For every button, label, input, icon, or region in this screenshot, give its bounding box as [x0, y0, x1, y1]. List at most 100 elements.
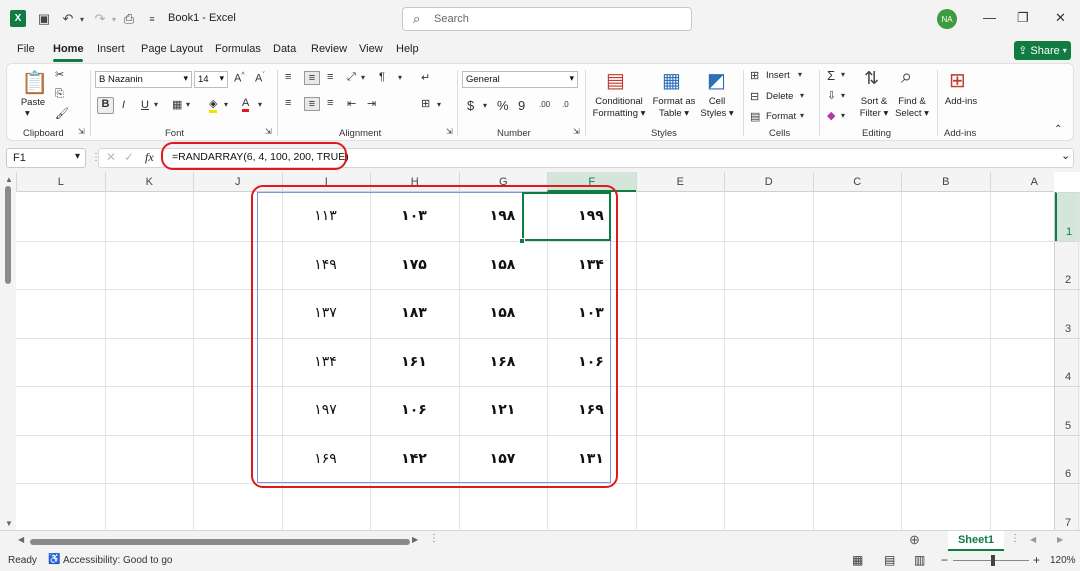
scroll-up-icon[interactable]: ▲ — [5, 175, 13, 184]
insert-cells-button[interactable]: Insert — [766, 70, 790, 82]
font-color-dropdown-icon[interactable]: ▾ — [258, 100, 262, 109]
paste-dropdown-icon[interactable]: ▾ — [25, 108, 30, 120]
insert-function-button[interactable]: fx — [145, 150, 154, 165]
orientation-dropdown-icon[interactable]: ▾ — [361, 73, 365, 82]
customize-toolbar-icon[interactable]: ≡ — [144, 11, 160, 27]
delete-dropdown-icon[interactable]: ▾ — [800, 91, 804, 100]
alignment-launcher-icon[interactable]: ⇲ — [446, 127, 453, 136]
format-cells-icon[interactable]: ▤ — [750, 110, 760, 123]
paste-button-label[interactable]: Paste — [19, 97, 47, 109]
delete-cells-icon[interactable]: ⊟ — [750, 90, 759, 103]
font-launcher-icon[interactable]: ⇲ — [265, 127, 272, 136]
row-header-5[interactable]: 5 — [1055, 386, 1080, 435]
decrease-decimal-button[interactable]: .0 — [562, 100, 569, 109]
column-header-c[interactable]: C — [812, 172, 902, 192]
font-color-icon[interactable]: A — [242, 97, 250, 112]
autosum-button[interactable]: Σ — [827, 68, 835, 83]
align-bottom-icon[interactable]: ≡ — [327, 71, 333, 83]
undo-dropdown-icon[interactable]: ▾ — [74, 11, 90, 27]
align-left-icon[interactable]: ≡ — [285, 97, 291, 109]
autosum-dropdown-icon[interactable]: ▾ — [841, 70, 845, 79]
vertical-scroll-thumb[interactable] — [5, 186, 11, 284]
currency-dropdown-icon[interactable]: ▾ — [483, 101, 487, 110]
restore-icon[interactable]: ❐ — [1017, 10, 1029, 26]
column-header-k[interactable]: K — [104, 172, 194, 192]
vertical-scrollbar[interactable]: ▲ ▼ — [0, 172, 16, 530]
column-header-l[interactable]: L — [16, 172, 105, 192]
format-dropdown-icon[interactable]: ▾ — [800, 111, 804, 120]
accessibility-status[interactable]: Accessibility: Good to go — [63, 555, 173, 566]
fill-dropdown-icon[interactable]: ▾ — [841, 91, 845, 100]
sheet-tabs-grip-icon[interactable]: ⋮ — [1010, 533, 1020, 544]
tab-help[interactable]: Help — [396, 43, 419, 55]
close-icon[interactable]: ✕ — [1055, 10, 1066, 26]
sort-filter-icon[interactable]: ⇅ — [864, 68, 879, 89]
row-header-7[interactable]: 7 — [1055, 483, 1080, 530]
scroll-down-icon[interactable]: ▼ — [5, 519, 13, 528]
fill-color-icon[interactable]: ◈ — [209, 97, 218, 113]
increase-indent-icon[interactable]: ⇥ — [367, 97, 376, 110]
increase-font-icon[interactable]: A^ — [234, 72, 245, 85]
text-direction-icon[interactable]: ¶ — [379, 71, 385, 83]
cut-icon[interactable]: ✂ — [55, 68, 64, 81]
clear-icon[interactable]: ◆ — [827, 109, 835, 122]
decrease-indent-icon[interactable]: ⇤ — [347, 97, 356, 110]
conditional-formatting-icon[interactable]: ▤ — [606, 68, 625, 93]
normal-view-icon[interactable]: ▦ — [852, 553, 863, 567]
tab-formulas[interactable]: Formulas — [215, 43, 261, 55]
cancel-icon[interactable]: ✕ — [106, 150, 116, 164]
column-header-a[interactable]: A — [989, 172, 1079, 192]
insert-dropdown-icon[interactable]: ▾ — [798, 70, 802, 79]
number-launcher-icon[interactable]: ⇲ — [573, 127, 580, 136]
decrease-font-icon[interactable]: Aˇ — [255, 72, 265, 85]
delete-cells-button[interactable]: Delete — [766, 91, 793, 103]
row-header-3[interactable]: 3 — [1055, 289, 1080, 338]
borders-dropdown-icon[interactable]: ▾ — [186, 100, 190, 109]
scroll-right-icon[interactable]: ▶ — [412, 535, 418, 544]
sort-filter-button[interactable]: Sort & Filter ▾ — [855, 96, 893, 120]
tab-page-layout[interactable]: Page Layout — [141, 43, 203, 55]
print-icon[interactable]: ⎙ — [121, 11, 137, 27]
format-painter-icon[interactable]: 🖌 — [55, 107, 69, 120]
borders-icon[interactable]: ▦ — [172, 98, 182, 111]
cell-styles-icon[interactable]: ◩ — [707, 68, 726, 93]
expand-formula-bar-icon[interactable]: ⌄ — [1061, 149, 1070, 162]
comma-style-button[interactable]: 9 — [518, 98, 525, 113]
zoom-out-icon[interactable]: − — [941, 553, 948, 567]
underline-button[interactable]: U — [141, 99, 149, 111]
scroll-left-icon[interactable]: ◀ — [18, 535, 24, 544]
copy-icon[interactable]: ⎘ — [55, 88, 64, 101]
orientation-icon[interactable]: ⤢ — [347, 71, 356, 84]
number-format-select[interactable]: General ▾ — [462, 71, 578, 88]
clipboard-launcher-icon[interactable]: ⇲ — [78, 127, 85, 136]
new-sheet-icon[interactable]: ⊕ — [909, 532, 920, 548]
column-header-d[interactable]: D — [724, 172, 813, 192]
add-ins-icon[interactable]: ⊞ — [949, 68, 966, 93]
fill-color-dropdown-icon[interactable]: ▾ — [224, 100, 228, 109]
underline-dropdown-icon[interactable]: ▾ — [154, 100, 158, 109]
tab-insert[interactable]: Insert — [97, 43, 125, 55]
search-input[interactable]: ⌕ Search — [402, 7, 692, 31]
italic-button[interactable]: I — [122, 99, 125, 111]
collapse-ribbon-icon[interactable]: ⌃ — [1054, 124, 1062, 135]
align-center-icon[interactable]: ≡ — [304, 97, 320, 111]
align-right-icon[interactable]: ≡ — [327, 97, 333, 109]
paste-icon[interactable]: 📋 — [21, 70, 48, 96]
split-grip-icon[interactable]: ⋮ — [429, 533, 439, 544]
row-header-2[interactable]: 2 — [1055, 240, 1080, 290]
horizontal-scroll-thumb[interactable] — [30, 539, 410, 545]
row-header-4[interactable]: 4 — [1055, 337, 1080, 387]
next-sheet-icon[interactable]: ▶ — [1057, 535, 1063, 544]
add-ins-button[interactable]: Add-ins — [941, 96, 981, 108]
format-as-table-icon[interactable]: ▦ — [662, 68, 681, 93]
increase-decimal-button[interactable]: .00 — [539, 100, 550, 109]
avatar[interactable]: NA — [937, 9, 957, 29]
clear-dropdown-icon[interactable]: ▾ — [841, 111, 845, 120]
fill-icon[interactable]: ⇩ — [827, 89, 836, 102]
font-size-select[interactable]: 14 ▾ — [194, 71, 228, 88]
sheet-tab[interactable]: Sheet1 — [948, 531, 1004, 551]
zoom-level[interactable]: 120% — [1050, 555, 1076, 566]
page-layout-view-icon[interactable]: ▤ — [884, 553, 895, 567]
save-icon[interactable]: ▣ — [36, 11, 52, 27]
prev-sheet-icon[interactable]: ◀ — [1030, 535, 1036, 544]
